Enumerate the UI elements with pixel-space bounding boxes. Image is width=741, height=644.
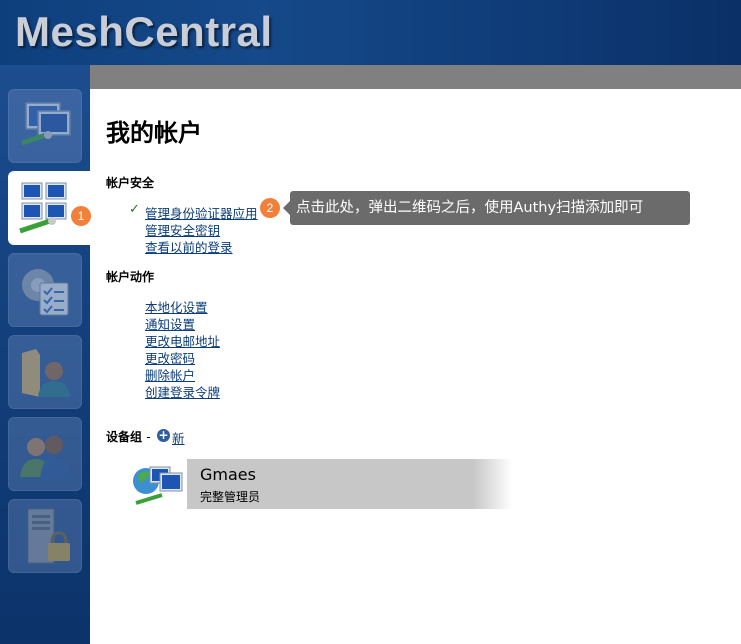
sidebar-item-my-files[interactable]	[8, 335, 82, 409]
header-bar: MeshCentral	[0, 0, 741, 65]
view-previous-logins-link[interactable]: 查看以前的登录	[145, 237, 233, 256]
device-group-item[interactable]: Gmaes 完整管理员	[132, 459, 512, 509]
page-title: 我的帐户	[106, 119, 202, 147]
main-panel: 我的帐户 帐户安全 ✓ 管理身份验证器应用 管理安全密钥 查看以前的登录 2 点…	[90, 89, 741, 644]
sidebar-item-my-users[interactable]	[8, 417, 82, 491]
sidebar-item-my-devices[interactable]	[8, 89, 82, 163]
instruction-tooltip: 点击此处，弹出二维码之后，使用Authy扫描添加即可	[290, 191, 690, 225]
device-group-name: Gmaes	[200, 465, 256, 484]
server-lock-icon	[27, 508, 70, 564]
new-device-group-link[interactable]: 新	[172, 428, 185, 447]
account-computers-icon	[19, 182, 67, 234]
settings-list-icon	[22, 269, 69, 316]
app-root: MeshCentral 1 我的帐户 帐户安全 ✓ 管理身份验证器应用 管理安全…	[0, 0, 741, 644]
sidebar-item-my-server[interactable]	[8, 499, 82, 573]
device-groups-label: 设备组	[106, 430, 143, 444]
network-computers-icon	[133, 466, 183, 505]
users-icon	[20, 436, 70, 479]
sidebar	[0, 65, 90, 644]
folder-user-icon	[22, 349, 70, 397]
create-login-token-link[interactable]: 创建登录令牌	[145, 382, 220, 401]
device-groups-heading: 设备组 -	[106, 428, 151, 445]
top-toolbar	[90, 65, 741, 89]
account-actions-heading: 帐户动作	[106, 270, 155, 284]
add-plus-icon[interactable]: +	[157, 429, 170, 442]
step-badge-2: 2	[260, 198, 280, 218]
device-group-role: 完整管理员	[200, 490, 261, 504]
account-security-heading: 帐户安全	[106, 176, 155, 190]
computers-icon	[21, 102, 71, 146]
sidebar-item-my-events[interactable]	[8, 253, 82, 327]
app-logo: MeshCentral	[15, 8, 273, 55]
step-badge-1: 1	[71, 206, 91, 226]
device-groups-separator: -	[146, 430, 151, 444]
tooltip-arrow	[283, 201, 290, 215]
check-icon: ✓	[129, 202, 140, 217]
